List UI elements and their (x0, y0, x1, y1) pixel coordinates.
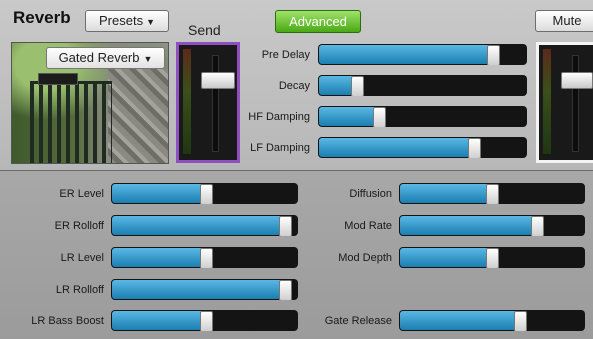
hf-damping-slider[interactable] (318, 106, 527, 127)
slider-label: Mod Rate (344, 220, 392, 232)
presets-label: Presets (99, 13, 144, 28)
slider-label: Decay (278, 80, 310, 92)
presets-button[interactable]: Presets ▼ (85, 10, 169, 32)
reverb-panel: Reverb Presets ▼ Advanced Mute Gated Reve… (0, 0, 593, 339)
slider-label: Pre Delay (261, 49, 310, 61)
er-level-slider[interactable] (111, 183, 298, 204)
lr-bass-boost-slider[interactable] (111, 310, 298, 331)
slider-label: ER Rolloff (54, 220, 104, 232)
slider-label: ER Level (59, 188, 104, 200)
decay-slider[interactable] (318, 75, 527, 96)
slider-label: LF Damping (250, 142, 310, 154)
slider-label: Diffusion (349, 188, 392, 200)
slider-label: Gate Release (324, 315, 392, 327)
slider-label: LR Bass Boost (31, 315, 104, 327)
mute-fader-cap[interactable] (561, 72, 593, 89)
lr-rolloff-slider[interactable] (111, 279, 298, 300)
pre-delay-slider[interactable] (318, 44, 527, 65)
mute-label: Mute (552, 13, 582, 28)
chevron-down-icon: ▼ (146, 17, 155, 27)
panel-title: Reverb (13, 8, 71, 27)
er-rolloff-slider[interactable] (111, 215, 298, 236)
gate-release-slider[interactable] (399, 310, 585, 331)
diffusion-slider[interactable] (399, 183, 585, 204)
mod-rate-slider[interactable] (399, 215, 585, 236)
chevron-down-icon: ▼ (143, 54, 153, 64)
slider-label: LR Rolloff (55, 284, 104, 296)
mute-fader[interactable] (536, 42, 593, 163)
slider-label: HF Damping (248, 111, 310, 123)
slider-label: LR Level (60, 252, 104, 264)
slider-label: Mod Depth (338, 252, 392, 264)
preset-dropdown[interactable]: Gated Reverb ▼ (46, 47, 165, 69)
lf-damping-slider[interactable] (318, 137, 527, 158)
lr-level-slider[interactable] (111, 247, 298, 268)
mute-button[interactable]: Mute (535, 10, 593, 32)
mute-fader-track (572, 55, 579, 152)
mod-depth-slider[interactable] (399, 247, 585, 268)
preset-name: Gated Reverb (58, 50, 140, 65)
send-level-meter (183, 49, 191, 154)
send-label: Send (188, 22, 221, 38)
mute-level-meter (543, 49, 551, 154)
send-fader-track (212, 55, 219, 152)
advanced-button[interactable]: Advanced (275, 10, 361, 33)
